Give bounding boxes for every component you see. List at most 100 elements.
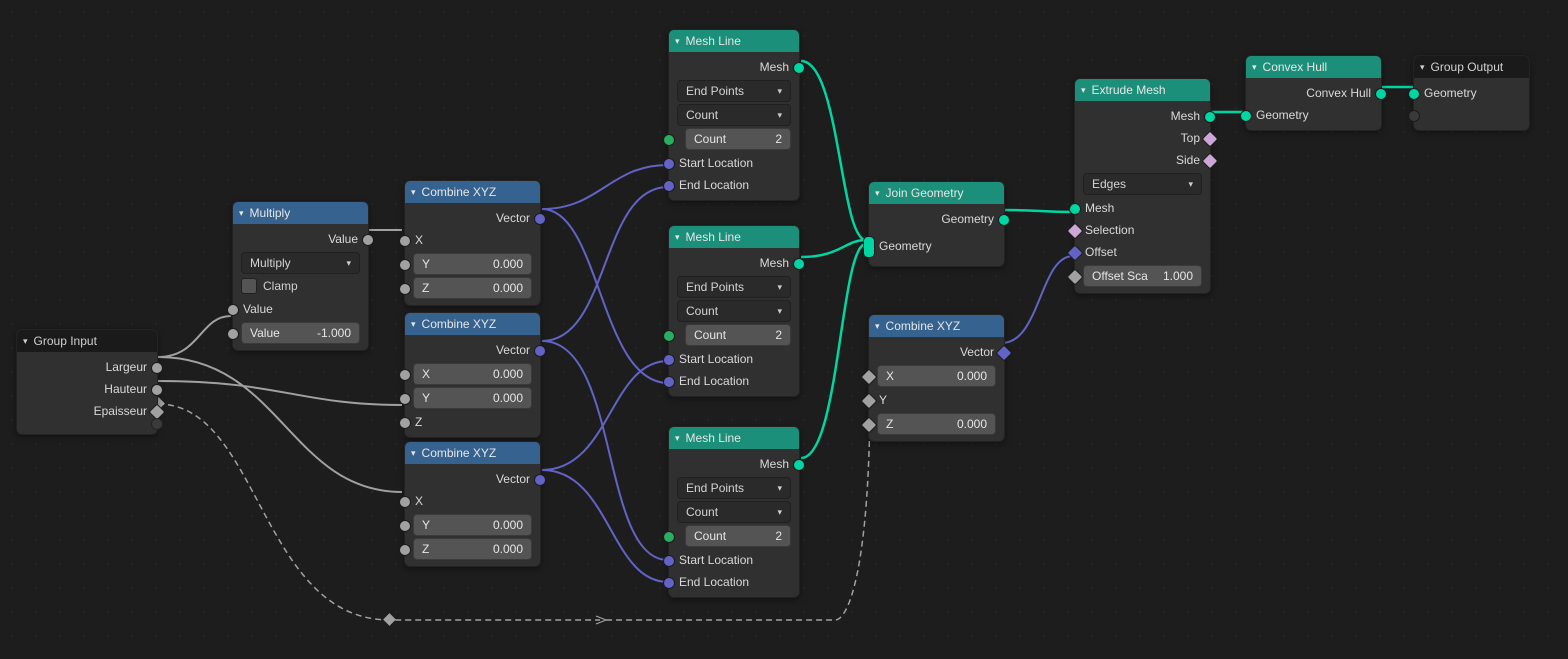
socket-in-x[interactable]: X [405,490,540,512]
socket-in-end[interactable]: End Location [669,370,799,392]
node-group-input[interactable]: ▾ Group Input Largeur Hauteur Epaisseur [16,329,158,435]
select-mode1[interactable]: End Points [677,80,791,102]
input-count[interactable]: Count 2 [685,324,791,346]
socket-dot[interactable] [1204,111,1216,123]
socket-out-geometry[interactable]: Geometry [869,208,1004,230]
socket-dot[interactable] [1408,88,1420,100]
socket-dot[interactable] [793,62,805,74]
socket-out-value[interactable]: Value [233,228,368,250]
socket-out-vector[interactable]: Vector [405,468,540,490]
socket-dot[interactable] [663,376,675,388]
select-operation[interactable]: Multiply [241,252,360,274]
node-header[interactable]: ▾ Mesh Line [669,427,799,449]
node-combine-xyz-2[interactable]: ▾ Combine XYZ Vector X 0.000 Y 0.000 Z [404,312,541,438]
node-combine-xyz-1[interactable]: ▾ Combine XYZ Vector X Y 0.000 Z 0.000 [404,180,541,306]
checkbox-clamp[interactable]: Clamp [241,276,360,296]
socket-in-start[interactable]: Start Location [669,152,799,174]
node-header[interactable]: ▾ Mesh Line [669,226,799,248]
input-offset-scale[interactable]: Offset Sca 1.000 [1083,265,1202,287]
input-x[interactable]: X 0.000 [877,365,996,387]
socket-in-end[interactable]: End Location [669,174,799,196]
socket-dot[interactable] [399,369,411,381]
node-header[interactable]: ▾ Join Geometry [869,182,1004,204]
node-header[interactable]: ▾ Combine XYZ [405,313,540,335]
select-mode2[interactable]: Count [677,104,791,126]
socket-dot[interactable] [1069,203,1081,215]
socket-dot[interactable] [534,474,546,486]
socket-dot[interactable] [663,531,675,543]
node-header[interactable]: ▾ Convex Hull [1246,56,1381,78]
socket-dot[interactable] [663,158,675,170]
input-count[interactable]: Count 2 [685,525,791,547]
node-header[interactable]: ▾ Combine XYZ [869,315,1004,337]
socket-dot[interactable] [1202,153,1219,170]
socket-dot[interactable] [861,393,878,410]
socket-dot[interactable] [1067,269,1084,286]
checkbox-box[interactable] [241,278,257,294]
node-mesh-line-1[interactable]: ▾ Mesh Line Mesh End Points Count Count … [668,29,800,201]
socket-in-geometry[interactable]: Geometry [869,230,1004,262]
socket-in-selection[interactable]: Selection [1075,219,1210,241]
socket-in-end[interactable]: End Location [669,571,799,593]
select-mode[interactable]: Edges [1083,173,1202,195]
socket-dot[interactable] [861,417,878,434]
select-mode1[interactable]: End Points [677,477,791,499]
socket-dot[interactable] [534,345,546,357]
socket-out-vector[interactable]: Vector [405,207,540,229]
socket-dot[interactable] [399,417,411,429]
socket-dot[interactable] [399,393,411,405]
node-header[interactable]: ▾ Group Input [17,330,157,352]
socket-dot[interactable] [399,259,411,271]
socket-dot[interactable] [1240,110,1252,122]
socket-dot[interactable] [227,328,239,340]
node-math-multiply[interactable]: ▾ Multiply Value Multiply Clamp Value Va… [232,201,369,351]
node-header[interactable]: ▾ Group Output [1414,56,1529,78]
socket-dot[interactable] [996,345,1013,362]
input-y[interactable]: Y 0.000 [413,387,532,409]
input-x[interactable]: X 0.000 [413,363,532,385]
socket-dot[interactable] [1067,223,1084,240]
socket-out-vector[interactable]: Vector [405,339,540,361]
socket-extend[interactable] [151,418,163,430]
node-combine-xyz-4[interactable]: ▾ Combine XYZ Vector X 0.000 Y Z 0.000 [868,314,1005,442]
select-mode1[interactable]: End Points [677,276,791,298]
socket-dot[interactable] [663,330,675,342]
socket-in-x[interactable]: X [405,229,540,251]
socket-dot[interactable] [663,134,675,146]
socket-out-largeur[interactable]: Largeur [17,356,157,378]
node-header[interactable]: ▾ Mesh Line [669,30,799,52]
node-header[interactable]: ▾ Combine XYZ [405,181,540,203]
socket-dot[interactable] [1202,131,1219,148]
socket-out-hauteur[interactable]: Hauteur [17,378,157,400]
socket-dot[interactable] [399,544,411,556]
socket-out-vector[interactable]: Vector [869,341,1004,363]
input-z[interactable]: Z 0.000 [413,538,532,560]
socket-dot[interactable] [1067,245,1084,262]
socket-dot[interactable] [362,234,374,246]
socket-in-geometry[interactable]: Geometry [1414,82,1529,104]
socket-dot[interactable] [227,304,239,316]
node-combine-xyz-3[interactable]: ▾ Combine XYZ Vector X Y 0.000 Z 0.000 [404,441,541,567]
node-join-geometry[interactable]: ▾ Join Geometry Geometry Geometry [868,181,1005,267]
input-z[interactable]: Z 0.000 [413,277,532,299]
node-header[interactable]: ▾ Extrude Mesh [1075,79,1210,101]
socket-out-epaisseur[interactable]: Epaisseur [17,400,157,422]
select-mode2[interactable]: Count [677,300,791,322]
socket-in-geometry[interactable]: Geometry [1246,104,1381,126]
socket-in-z[interactable]: Z [405,411,540,433]
socket-dot[interactable] [663,555,675,567]
socket-dot[interactable] [998,214,1010,226]
socket-dot[interactable] [151,384,163,396]
socket-dot[interactable] [151,362,163,374]
socket-dot[interactable] [399,520,411,532]
node-group-output[interactable]: ▾ Group Output Geometry [1413,55,1530,131]
socket-dot[interactable] [663,180,675,192]
socket-in-start[interactable]: Start Location [669,348,799,370]
socket-dot[interactable] [1375,88,1387,100]
socket-dot[interactable] [793,258,805,270]
node-extrude-mesh[interactable]: ▾ Extrude Mesh Mesh Top Side Edges Mesh … [1074,78,1211,294]
socket-in-offset[interactable]: Offset [1075,241,1210,263]
node-mesh-line-3[interactable]: ▾ Mesh Line Mesh End Points Count Count … [668,426,800,598]
select-mode2[interactable]: Count [677,501,791,523]
socket-in-value1[interactable]: Value [233,298,368,320]
